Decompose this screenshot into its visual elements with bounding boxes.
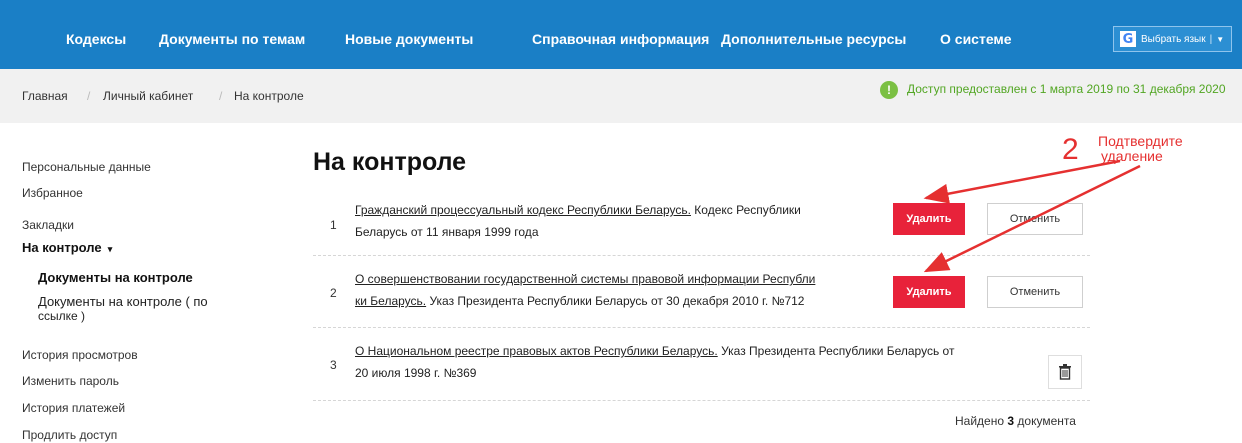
cancel-button[interactable]: Отменить (987, 276, 1083, 308)
results-prefix: Найдено (955, 414, 1005, 428)
language-separator: | (1209, 33, 1213, 45)
language-select[interactable]: G Выбрать язык | ▼ (1113, 26, 1232, 52)
nav-item-new-docs[interactable]: Новые документы (345, 0, 473, 69)
sidebar-item-history[interactable]: История просмотров (22, 348, 138, 362)
doc-link[interactable]: О совершенствовании государственной сист… (355, 272, 815, 286)
sidebar-item-favorites[interactable]: Избранное (22, 186, 83, 200)
breadcrumb-separator: / (87, 89, 91, 103)
sidebar-item-on-control[interactable]: На контроле ▾ (22, 240, 112, 255)
annotation-line: удаление (1101, 148, 1163, 164)
doc-link[interactable]: Гражданский процессуальный кодекс Респуб… (355, 203, 691, 217)
nav-item-codes[interactable]: Кодексы (66, 0, 126, 69)
doc-link[interactable]: ки Беларусь. (355, 294, 426, 308)
top-nav: Кодексы Документы по темам Новые докумен… (0, 0, 1242, 69)
delete-button[interactable]: Удалить (893, 203, 965, 235)
sidebar-subitem-label: Документы на контроле ( по (38, 294, 208, 309)
doc-number: 1 (330, 218, 337, 232)
info-icon: ! (880, 81, 898, 99)
divider (313, 327, 1090, 328)
results-suffix: документа (1017, 414, 1076, 428)
list-item: Гражданский процессуальный кодекс Респуб… (355, 199, 875, 243)
delete-button[interactable]: Удалить (893, 276, 965, 308)
breadcrumb-cabinet[interactable]: Личный кабинет (103, 89, 193, 103)
annotation-step-number: 2 (1062, 133, 1079, 166)
sidebar-item-bookmarks[interactable]: Закладки (22, 218, 74, 232)
sidebar-item-label: На контроле (22, 240, 102, 255)
sidebar-item-payments[interactable]: История платежей (22, 401, 125, 415)
sidebar-item-change-password[interactable]: Изменить пароль (22, 374, 119, 388)
sidebar-subitem-docs-on-control[interactable]: Документы на контроле (38, 270, 193, 285)
sidebar-item-personal-data[interactable]: Персональные данные (22, 160, 151, 174)
cancel-button[interactable]: Отменить (987, 203, 1083, 235)
doc-number: 2 (330, 286, 337, 300)
annotation-line: Подтвердите (1098, 133, 1183, 149)
annotation-text: Подтвердите удаление (1098, 134, 1183, 164)
divider (313, 255, 1090, 256)
doc-description: Беларусь от 11 января 1999 года (355, 225, 539, 239)
doc-description: Указ Президента Республики Беларусь от (721, 344, 955, 358)
page-title: На контроле (313, 148, 467, 176)
access-status: Доступ предоставлен с 1 марта 2019 по 31… (907, 82, 1226, 96)
chevron-down-icon: ▼ (1216, 34, 1225, 44)
breadcrumb: Главная / Личный кабинет / На контроле (0, 69, 1242, 123)
delete-icon-button[interactable] (1048, 355, 1082, 389)
sidebar-item-extend-access[interactable]: Продлить доступ (22, 428, 117, 442)
doc-description: Кодекс Республики (694, 203, 801, 217)
breadcrumb-separator: / (219, 89, 223, 103)
doc-description: Указ Президента Республики Беларусь от 3… (429, 294, 805, 308)
doc-number: 3 (330, 358, 337, 372)
doc-link[interactable]: О Национальном реестре правовых актов Ре… (355, 344, 718, 358)
results-count: Найдено 3 документа (955, 414, 1076, 428)
google-icon: G (1120, 31, 1136, 47)
doc-description: 20 июля 1998 г. №369 (355, 366, 477, 380)
sidebar-subitem-label: ссылке ) (38, 309, 86, 323)
divider (313, 400, 1090, 401)
annotation-arrow (923, 159, 1121, 204)
list-item: О Национальном реестре правовых актов Ре… (355, 340, 1035, 384)
nav-item-topics[interactable]: Документы по темам (159, 0, 305, 69)
breadcrumb-home[interactable]: Главная (22, 89, 68, 103)
chevron-down-icon: ▾ (105, 244, 113, 254)
results-number: 3 (1007, 414, 1015, 428)
breadcrumb-current: На контроле (234, 89, 304, 103)
nav-item-resources[interactable]: Дополнительные ресурсы (721, 0, 906, 69)
nav-item-about[interactable]: О системе (940, 0, 1012, 69)
language-label: Выбрать язык (1141, 33, 1206, 45)
list-item: О совершенствовании государственной сист… (355, 268, 885, 312)
sidebar-subitem-docs-by-link[interactable]: Документы на контроле ( по ссылке ) (38, 294, 208, 323)
nav-item-reference[interactable]: Справочная информация (532, 0, 709, 69)
trash-icon (1059, 364, 1071, 380)
